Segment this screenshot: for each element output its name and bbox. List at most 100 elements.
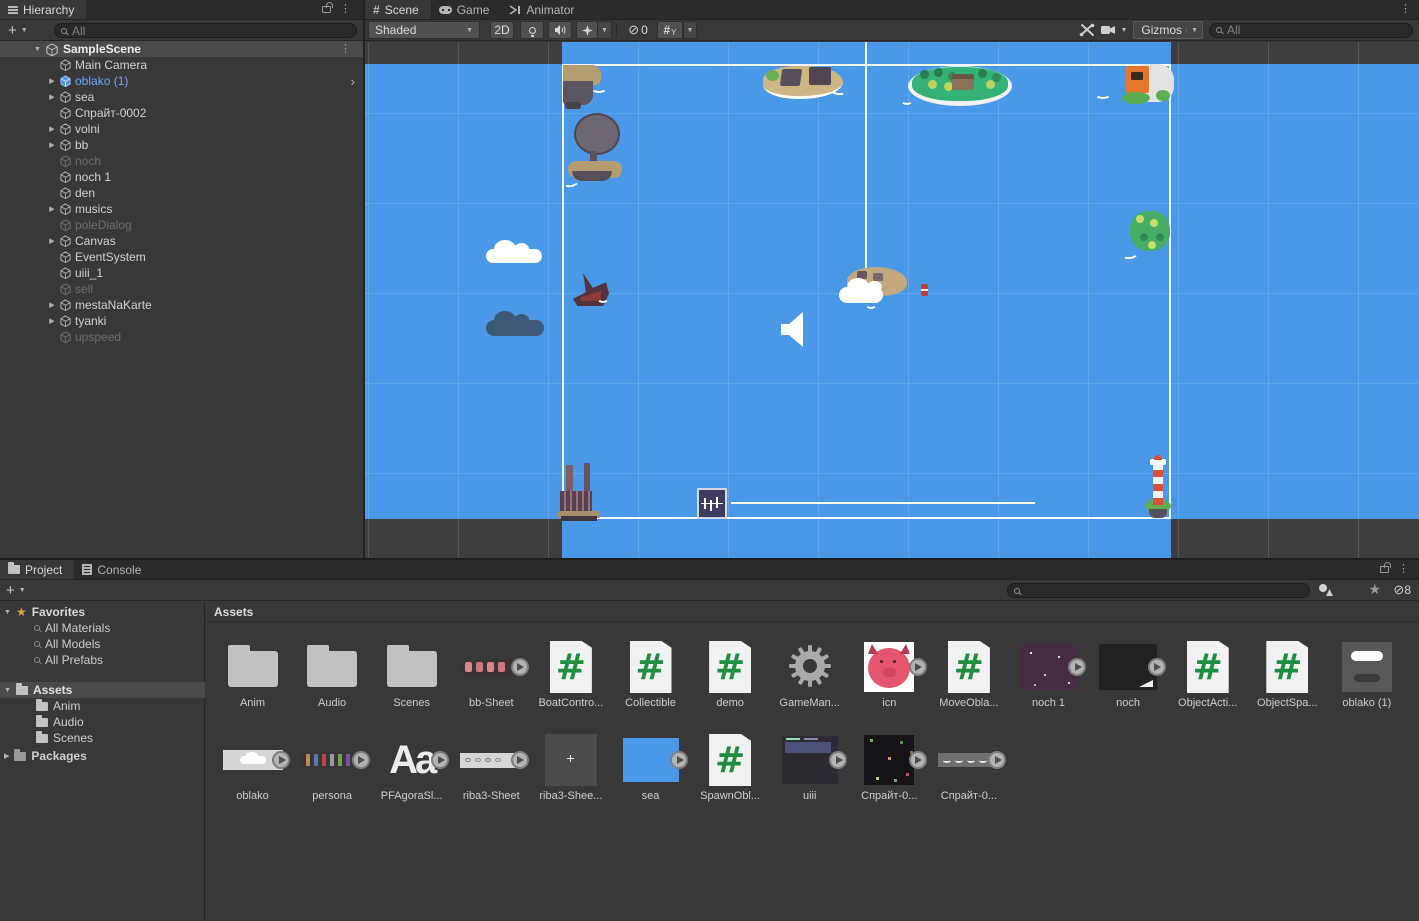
hierarchy-item-samplescene[interactable]: ▼ SampleScene ⋮ <box>0 41 363 57</box>
tab-hierarchy[interactable]: Hierarchy <box>0 0 86 19</box>
camera-settings-dropdown[interactable]: ▼ <box>1101 25 1127 35</box>
asset-demo[interactable]: demo <box>691 640 770 709</box>
speaker-gizmo[interactable] <box>779 311 805 348</box>
asset-moveobla-[interactable]: MoveObla... <box>929 640 1008 709</box>
asset-riba3-sheet[interactable]: riba3-Sheet <box>452 733 531 802</box>
tree-assets[interactable]: ▼ Assets <box>0 682 205 698</box>
hierarchy-item-bb[interactable]: ▶bb <box>0 137 363 153</box>
hierarchy-item-sell[interactable]: sell <box>0 281 363 297</box>
play-preview-icon[interactable] <box>1148 658 1166 676</box>
project-search-input[interactable] <box>1007 583 1310 598</box>
create-object-button[interactable]: + <box>8 23 17 38</box>
asset-anim[interactable]: Anim <box>213 640 292 709</box>
asset-noch-1[interactable]: noch 1 <box>1009 640 1088 709</box>
hierarchy-item-volni[interactable]: ▶volni <box>0 121 363 137</box>
create-asset-button[interactable]: + <box>6 583 15 598</box>
scene-viewport[interactable] <box>365 42 1419 558</box>
hierarchy-item-спрайт-0002[interactable]: Спрайт-0002 <box>0 105 363 121</box>
asset-boatcontro-[interactable]: BoatContro... <box>531 640 610 709</box>
hierarchy-search-input[interactable]: All <box>54 23 357 38</box>
lighting-toggle[interactable] <box>520 21 544 39</box>
white-cloud[interactable] <box>486 249 542 263</box>
expand-caret-icon[interactable]: ▼ <box>34 46 41 53</box>
draw-mode-dropdown[interactable]: Shaded ▼ <box>368 21 480 39</box>
tree-folder-anim[interactable]: Anim <box>36 698 80 714</box>
hierarchy-item-mestanakarte[interactable]: ▶mestaNaKarte <box>0 297 363 313</box>
play-preview-icon[interactable] <box>431 751 449 769</box>
asset-noch[interactable]: noch <box>1089 640 1168 709</box>
create-asset-caret[interactable]: ▼ <box>19 587 26 594</box>
asset-audio[interactable]: Audio <box>293 640 372 709</box>
lock-icon[interactable] <box>322 6 331 13</box>
tree-folder-audio[interactable]: Audio <box>36 714 84 730</box>
asset-oblako-1-[interactable]: oblako (1) <box>1327 640 1406 709</box>
scene-menu-icon[interactable]: ⋮ <box>340 44 351 55</box>
hierarchy-item-uiii-1[interactable]: uiii_1 <box>0 265 363 281</box>
dark-cloud[interactable] <box>486 320 544 336</box>
grid-visibility-button[interactable]: #Y <box>657 21 683 39</box>
radar-dish-island[interactable] <box>560 113 624 181</box>
factory[interactable] <box>558 463 602 521</box>
grid-dropdown-caret[interactable]: ▼ <box>683 21 697 39</box>
tree-folder-scenes[interactable]: Scenes <box>36 730 93 746</box>
tree-island[interactable] <box>908 64 1012 108</box>
hierarchy-item-oblako-1-[interactable]: ▶oblako (1)› <box>0 73 363 89</box>
hierarchy-item-upspeed[interactable]: upspeed <box>0 329 363 345</box>
play-preview-icon[interactable] <box>272 751 290 769</box>
play-preview-icon[interactable] <box>352 751 370 769</box>
tab-console[interactable]: Console <box>74 560 153 579</box>
scene-search-input[interactable]: All <box>1209 23 1413 38</box>
asset-спрайт-0-[interactable]: Спрайт-0... <box>850 733 929 802</box>
tab-project[interactable]: Project <box>0 560 74 579</box>
asset-collectible[interactable]: Collectible <box>611 640 690 709</box>
project-menu-icon[interactable]: ⋮ <box>1398 564 1409 575</box>
play-preview-icon[interactable] <box>511 658 529 676</box>
asset-objectacti-[interactable]: ObjectActi... <box>1168 640 1247 709</box>
tab-animator[interactable]: Animator <box>501 0 586 19</box>
hierarchy-item-eventsystem[interactable]: EventSystem <box>0 249 363 265</box>
tab-game[interactable]: Game <box>431 0 502 19</box>
tree-all-prefabs[interactable]: All Prefabs <box>34 652 103 668</box>
asset-uiii[interactable]: uiii <box>770 733 849 802</box>
effects-toggle[interactable] <box>576 21 598 39</box>
asset-bb-sheet[interactable]: bb-Sheet <box>452 640 531 709</box>
scene-menu-icon[interactable]: ⋮ <box>1400 4 1411 15</box>
audio-marker[interactable] <box>697 488 727 519</box>
tree-packages[interactable]: ▶ Packages <box>4 748 87 764</box>
asset-oblako[interactable]: oblako <box>213 733 292 802</box>
play-preview-icon[interactable] <box>670 751 688 769</box>
hierarchy-item-sea[interactable]: ▶sea <box>0 89 363 105</box>
2d-toggle[interactable]: 2D <box>490 21 514 39</box>
hierarchy-item-noch-1[interactable]: noch 1 <box>0 169 363 185</box>
lock-icon[interactable] <box>1380 566 1389 573</box>
asset-objectspa-[interactable]: ObjectSpa... <box>1248 640 1327 709</box>
play-preview-icon[interactable] <box>909 751 927 769</box>
hierarchy-item-den[interactable]: den <box>0 185 363 201</box>
tree-all-models[interactable]: All Models <box>34 636 100 652</box>
small-green-island[interactable] <box>1128 209 1172 255</box>
tree-favorites[interactable]: ▼ ★ Favorites <box>4 604 85 620</box>
effects-dropdown-caret[interactable]: ▼ <box>598 21 612 39</box>
asset-sea[interactable]: sea <box>611 733 690 802</box>
hierarchy-menu-icon[interactable]: ⋮ <box>340 4 351 15</box>
hut-island[interactable] <box>763 64 845 104</box>
play-preview-icon[interactable] <box>511 751 529 769</box>
hierarchy-item-poledialog[interactable]: poleDialog <box>0 217 363 233</box>
play-preview-icon[interactable] <box>988 751 1006 769</box>
search-by-type-button[interactable] <box>1318 583 1333 599</box>
gizmos-dropdown[interactable]: Gizmos ▼ <box>1133 21 1203 39</box>
tab-scene[interactable]: # Scene <box>365 0 431 19</box>
hidden-objects-toggle[interactable]: ⊘0 <box>621 21 655 39</box>
hierarchy-item-canvas[interactable]: ▶Canvas <box>0 233 363 249</box>
audio-toggle[interactable] <box>548 21 572 39</box>
lighthouse[interactable] <box>1145 455 1173 520</box>
tree-all-materials[interactable]: All Materials <box>34 620 110 636</box>
component-tools-icon[interactable] <box>1079 23 1095 37</box>
play-preview-icon[interactable] <box>829 751 847 769</box>
red-buoy[interactable] <box>921 284 928 296</box>
hierarchy-item-musics[interactable]: ▶musics <box>0 201 363 217</box>
hierarchy-item-noch[interactable]: noch <box>0 153 363 169</box>
hierarchy-item-main-camera[interactable]: Main Camera <box>0 57 363 73</box>
play-preview-icon[interactable] <box>1068 658 1086 676</box>
prefab-chevron-icon[interactable]: › <box>351 74 355 89</box>
